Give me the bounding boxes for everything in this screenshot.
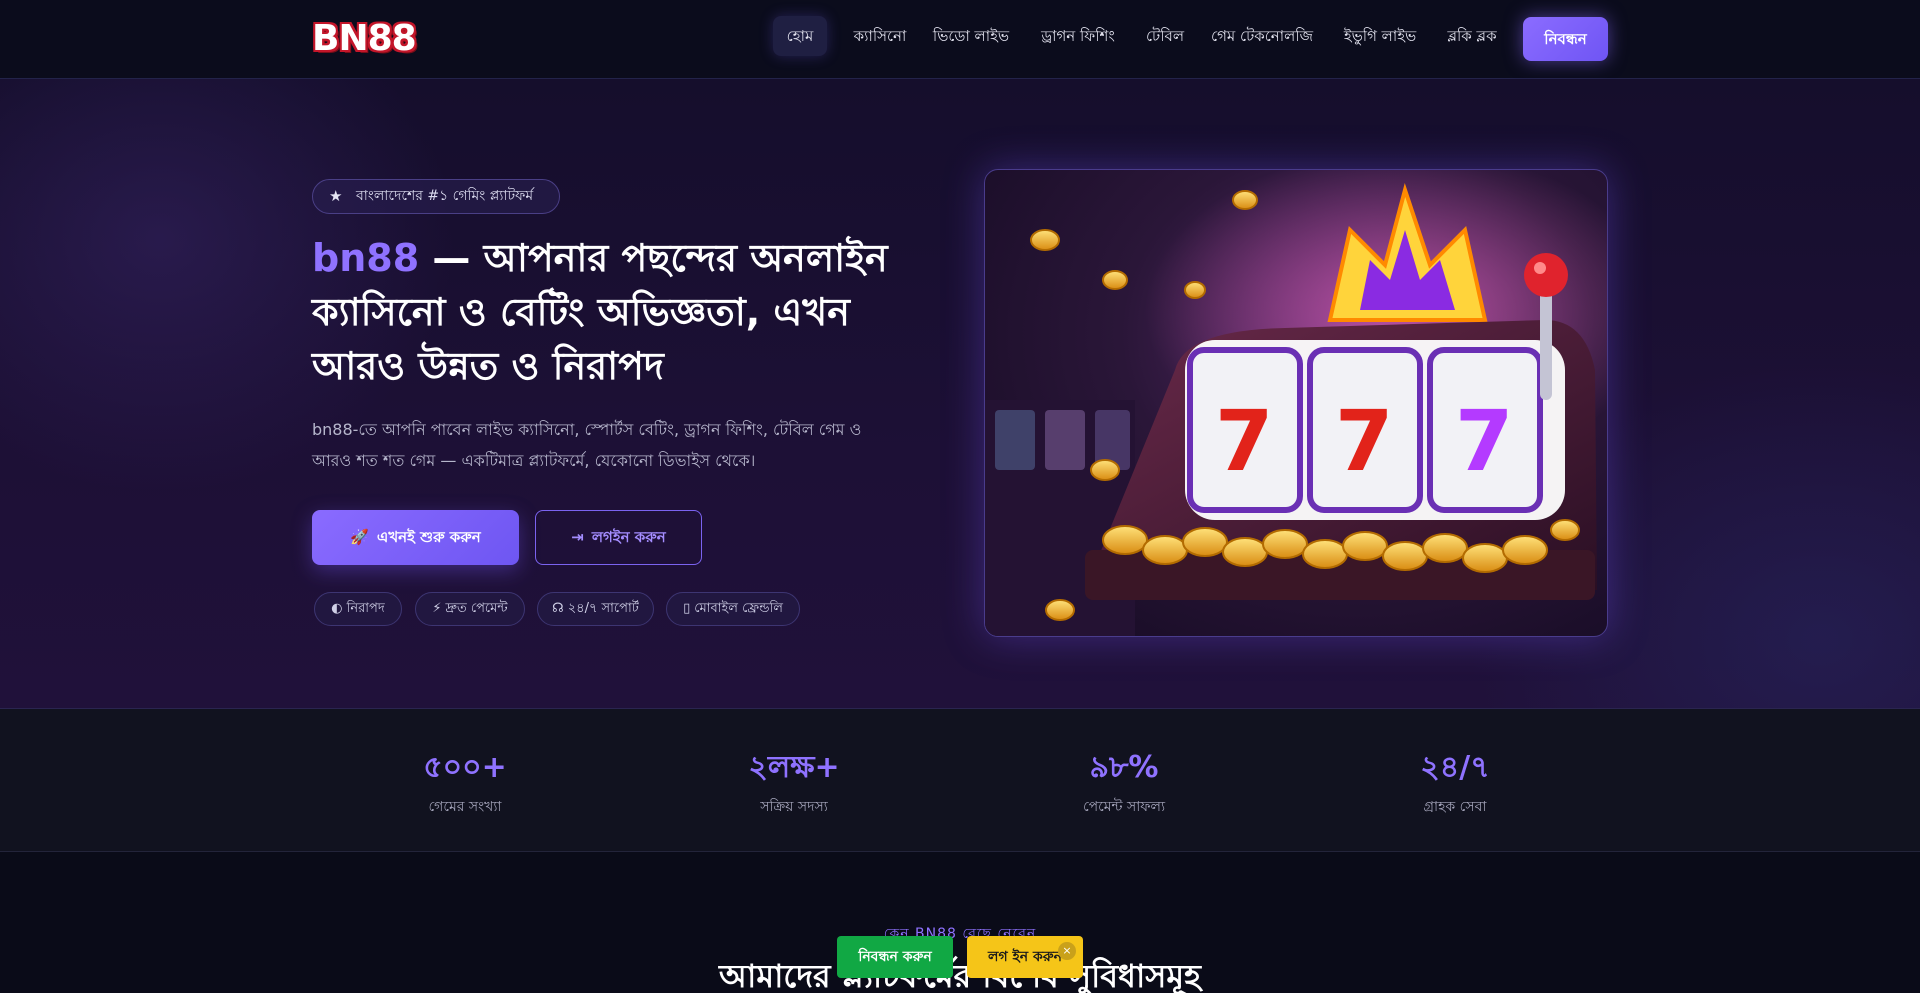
hero-subtext: bn88-তে আপনি পাবেন লাইভ ক্যাসিনো, স্পোর্…: [312, 420, 862, 470]
stat-label: পেমেন্ট সাফল্য: [1082, 799, 1166, 815]
stat-label: গেমের সংখ্যা: [428, 799, 502, 815]
stat-value: ৫০০+: [423, 750, 507, 785]
stat-members: ২লক্ষ+ সক্রিয় সদস্য: [694, 749, 894, 819]
nav-item-table[interactable]: টেবিল: [1139, 16, 1191, 56]
shield-icon: ◐: [331, 601, 343, 616]
hero-section: ★ বাংলাদেশের #১ গেমিং প্ল্যাটফর্ম bn88 —…: [0, 79, 1920, 709]
nav-item-evugi-live[interactable]: ইভুগি লাইভ: [1335, 16, 1425, 56]
headline-brand: bn88: [312, 236, 420, 280]
stat-label: গ্রাহক সেবা: [1423, 799, 1487, 815]
stat-payment-success: ৯৮% পেমেন্ট সাফল্য: [1024, 749, 1224, 819]
hero-slot-machine-image: 7 7 7: [984, 169, 1608, 637]
floating-register-button[interactable]: নিবন্ধন করুন: [837, 936, 953, 978]
start-now-button[interactable]: 🚀 এখনই শুরু করুন: [312, 510, 519, 565]
stat-label: সক্রিয় সদস্য: [760, 799, 828, 815]
login-icon: ⇥: [571, 528, 584, 546]
register-button[interactable]: নিবন্ধন: [1523, 17, 1608, 61]
bolt-icon: ⚡: [432, 601, 442, 616]
svg-text:7: 7: [1335, 392, 1393, 490]
rocket-icon: 🚀: [350, 528, 369, 546]
start-now-label: এখনই শুরু করুন: [376, 528, 481, 546]
stat-value: ২৪/৭: [1420, 750, 1490, 785]
features-tag: কেন BN88 বেছে নেবেন: [883, 926, 1037, 942]
stat-support: ২৪/৭ গ্রাহক সেবা: [1355, 749, 1555, 819]
close-icon[interactable]: ×: [1058, 942, 1076, 960]
nav-item-video-live[interactable]: ভিডো লাইভ: [928, 16, 1014, 56]
chip-secure: ◐ নিরাপদ: [314, 592, 402, 626]
navbar: BN88 হোম ক্যাসিনো ভিডো লাইভ ড্রাগন ফিশিং…: [0, 0, 1920, 79]
star-icon: ★: [329, 187, 343, 205]
nav-item-dragon-fishing[interactable]: ড্রাগন ফিশিং: [1029, 16, 1127, 56]
hero-headline: bn88 — আপনার পছন্দের অনলাইন ক্যাসিনো ও ব…: [312, 231, 932, 393]
stat-value: ৯৮%: [1089, 750, 1159, 785]
badge-text: বাংলাদেশের #১ গেমিং প্ল্যাটফর্ম: [356, 188, 534, 204]
headset-icon: ☊: [552, 601, 564, 616]
chip-mobile-friendly: ▯ মোবাইল ফ্রেন্ডলি: [666, 592, 800, 626]
nav-item-blocky-block[interactable]: ব্লকি ব্লক: [1439, 16, 1505, 56]
svg-text:7: 7: [1215, 392, 1273, 490]
login-label: লগইন করুন: [591, 528, 666, 546]
stat-value: ২লক্ষ+: [748, 750, 840, 785]
stat-games: ৫০০+ গেমের সংখ্যা: [365, 749, 565, 819]
stats-section: ৫০০+ গেমের সংখ্যা ২লক্ষ+ সক্রিয় সদস্য ৯…: [0, 709, 1920, 852]
chip-support: ☊ ২৪/৭ সাপোর্ট: [537, 592, 654, 626]
chip-fast-payment: ⚡ দ্রুত পেমেন্ট: [415, 592, 525, 626]
features-title: আমাদের প্ল্যাটফর্মের বিশেষ সুবিধাসমূহ: [719, 957, 1201, 993]
platform-badge: ★ বাংলাদেশের #১ গেমিং প্ল্যাটফর্ম: [312, 179, 560, 214]
nav-item-game-technology[interactable]: গেম টেকনোলজি: [1206, 16, 1318, 56]
svg-text:7: 7: [1455, 392, 1513, 490]
mobile-icon: ▯: [683, 601, 691, 616]
slot-machine-illustration: 7 7 7: [985, 170, 1607, 636]
login-button[interactable]: ⇥ লগইন করুন: [535, 510, 702, 565]
nav-item-home[interactable]: হোম: [773, 16, 827, 56]
site-logo[interactable]: BN88: [312, 17, 417, 61]
nav-item-casino[interactable]: ক্যাসিনো: [843, 16, 917, 56]
